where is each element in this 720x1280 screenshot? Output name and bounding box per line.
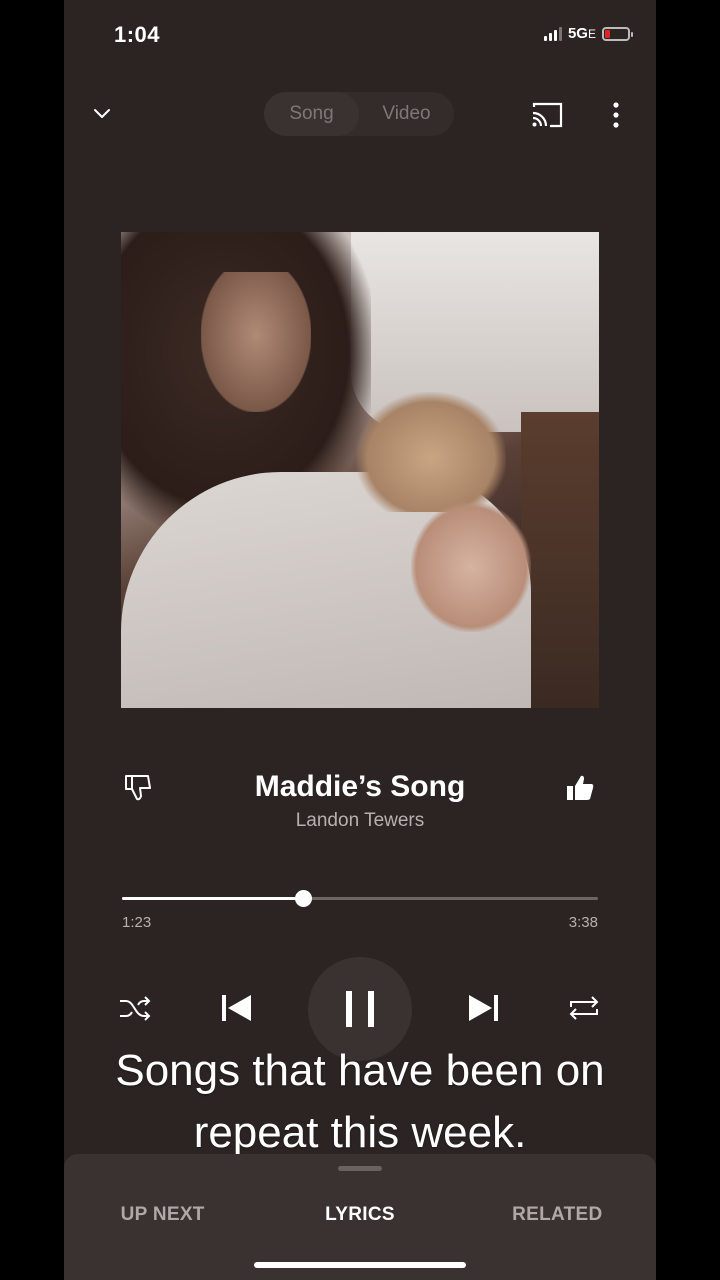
tab-related[interactable]: RELATED bbox=[459, 1204, 656, 1226]
repeat-icon[interactable] bbox=[566, 993, 602, 1023]
tab-video[interactable]: Video bbox=[359, 92, 454, 136]
previous-icon[interactable] bbox=[218, 992, 254, 1024]
status-time: 1:04 bbox=[114, 22, 161, 47]
thumbs-up-icon[interactable] bbox=[564, 773, 596, 803]
current-time: 1:23 bbox=[122, 914, 152, 931]
cast-icon[interactable] bbox=[530, 101, 564, 129]
song-artist[interactable]: Landon Tewers bbox=[64, 810, 656, 832]
drag-handle[interactable] bbox=[338, 1166, 382, 1171]
song-video-toggle: Song Video bbox=[264, 92, 454, 136]
player-screen: 1:04 5GE Song Video Maddie’s Song Landon… bbox=[64, 0, 656, 1280]
album-art bbox=[121, 232, 599, 708]
bottom-tabs: UP NEXT LYRICS RELATED bbox=[64, 1204, 656, 1226]
total-time: 3:38 bbox=[568, 914, 598, 931]
pause-icon bbox=[346, 991, 374, 1027]
shuffle-icon[interactable] bbox=[118, 993, 152, 1023]
tab-song[interactable]: Song bbox=[264, 92, 359, 136]
status-indicators: 5GE bbox=[543, 25, 633, 42]
more-vertical-icon[interactable] bbox=[604, 100, 628, 130]
caption-line-1: Songs that have been on bbox=[115, 1046, 605, 1095]
signal-icon bbox=[543, 26, 562, 41]
progress-fill bbox=[122, 897, 304, 900]
home-indicator[interactable] bbox=[254, 1262, 466, 1268]
chevron-down-icon[interactable] bbox=[92, 104, 112, 124]
progress-bar[interactable] bbox=[122, 890, 598, 907]
bottom-sheet[interactable]: UP NEXT LYRICS RELATED bbox=[64, 1154, 656, 1280]
progress-knob[interactable] bbox=[295, 890, 313, 907]
tab-lyrics[interactable]: LYRICS bbox=[261, 1204, 458, 1226]
caption-overlay: Songs that have been on repeat this week… bbox=[64, 1040, 656, 1164]
tab-up-next[interactable]: UP NEXT bbox=[64, 1204, 261, 1226]
next-icon[interactable] bbox=[466, 992, 502, 1024]
network-label: 5GE bbox=[567, 25, 596, 42]
battery-icon bbox=[602, 26, 633, 41]
